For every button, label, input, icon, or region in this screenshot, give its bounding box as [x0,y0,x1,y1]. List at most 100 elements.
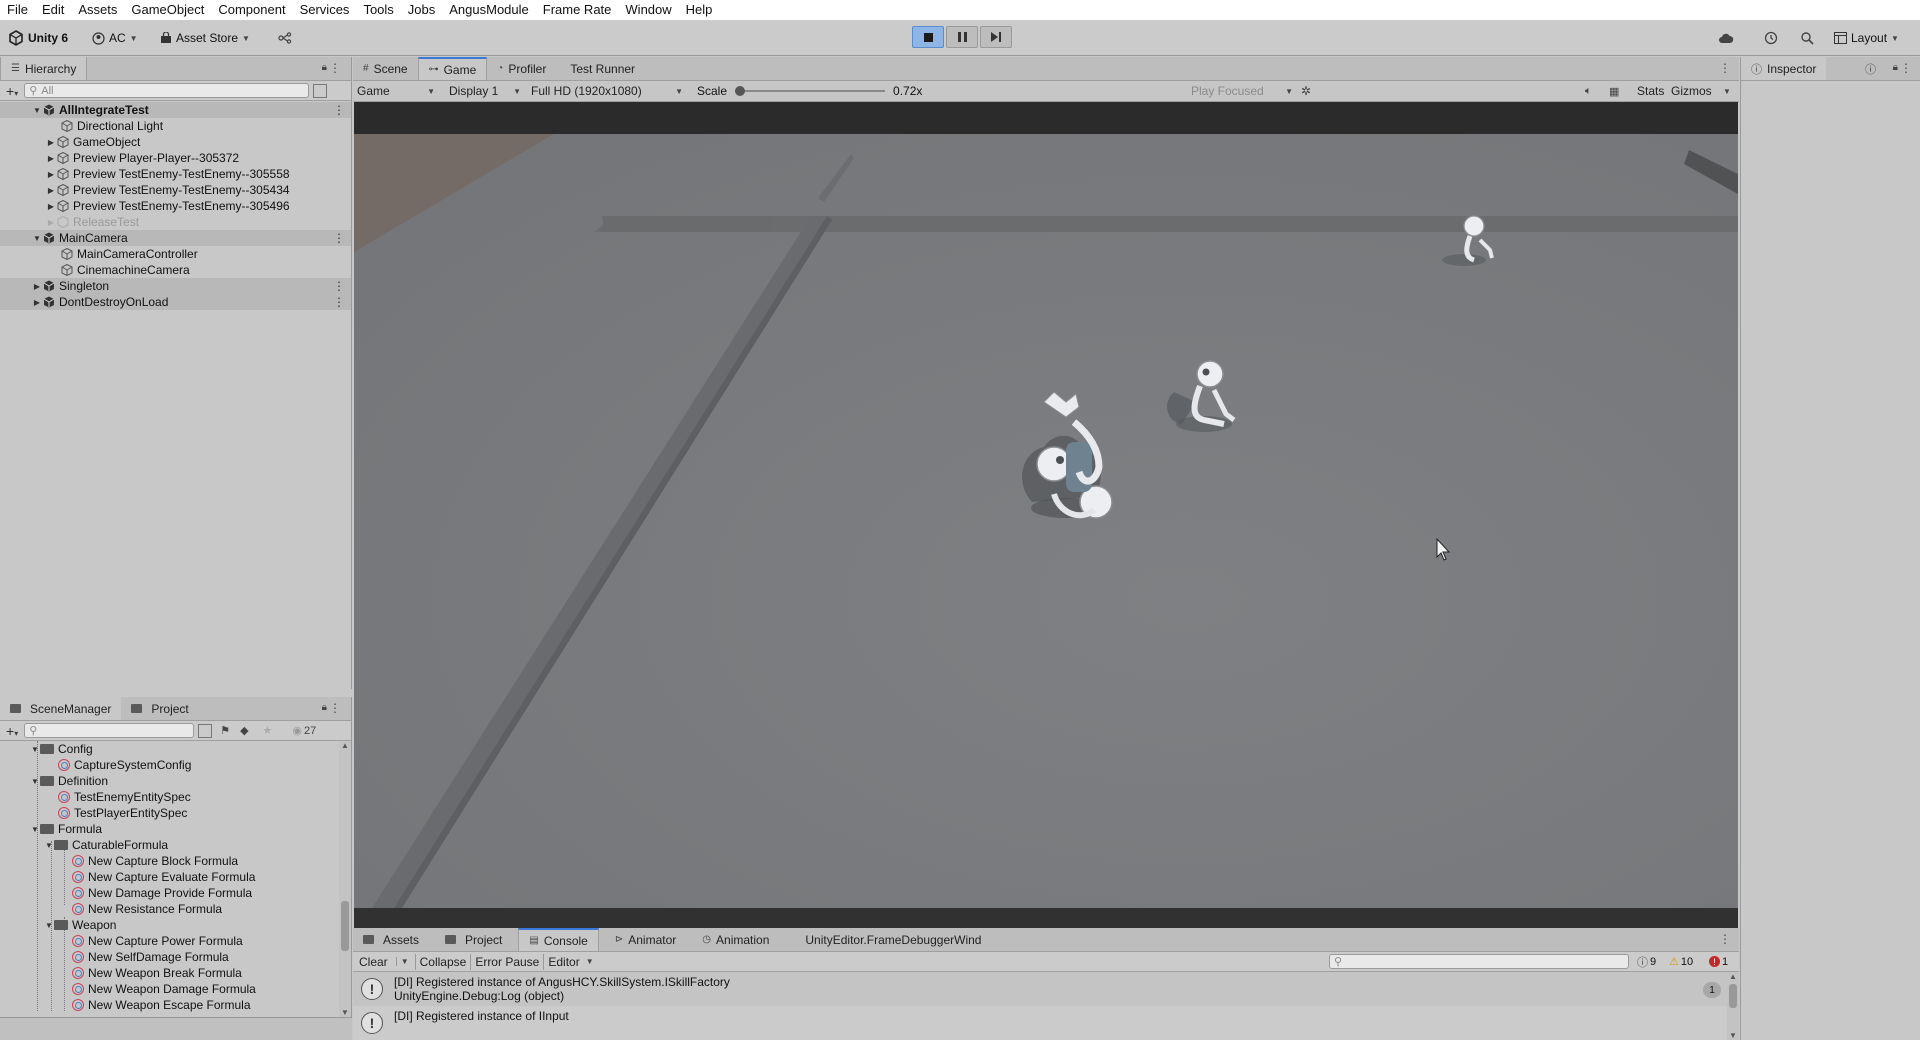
play-button[interactable] [912,26,944,48]
menu-window[interactable]: Window [618,0,678,20]
gizmos-button[interactable]: Gizmos [1667,83,1716,99]
lock-icon[interactable]: 🔒︎ [322,702,327,713]
project-asset-item[interactable]: New Capture Evaluate Formula [0,869,339,885]
resolution-dropdown[interactable]: Full HD (1920x1080) ▼ [527,83,687,99]
tab-scene[interactable]: # Scene [353,57,418,80]
project-asset-item[interactable]: New Weapon Damage Formula [0,981,339,997]
expand-arrow-icon[interactable]: ▼ [32,234,42,243]
menu-angusmodule[interactable]: AngusModule [442,0,536,20]
account-dropdown[interactable]: AC ▼ [92,28,138,48]
tab-hierarchy[interactable]: ☰ Hierarchy [0,57,88,80]
pause-button[interactable] [946,26,978,48]
game-mode-dropdown[interactable]: Game ▼ [353,83,439,99]
hierarchy-item[interactable]: ▶ Preview TestEnemy-TestEnemy--305558 [0,166,351,182]
expand-arrow-icon[interactable]: ▶ [32,282,42,291]
kebab-icon[interactable]: ⋮ [1719,61,1731,75]
kebab-icon[interactable]: ⋮ [1719,932,1731,946]
step-button[interactable] [980,26,1012,48]
unity-logo-button[interactable]: Unity 6 [8,28,68,48]
scale-slider-thumb[interactable] [735,86,746,96]
asset-store-dropdown[interactable]: Asset Store ▼ [160,28,250,48]
project-asset-item[interactable]: New Damage Provide Formula [0,885,339,901]
hierarchy-item[interactable]: CinemachineCamera [0,262,351,278]
tab-project[interactable]: Project [121,697,198,720]
scale-slider[interactable] [735,85,886,97]
display-dropdown[interactable]: Display 1 ▼ [445,83,525,99]
hierarchy-item[interactable]: Directional Light [0,118,351,134]
star-icon[interactable]: ★ [263,724,273,737]
project-asset-item[interactable]: New Capture Power Formula [0,933,339,949]
tab-game[interactable]: ⊶ Game [417,57,488,80]
menu-assets[interactable]: Assets [71,0,124,20]
bug-icon[interactable]: ✲ [1301,84,1311,98]
expand-arrow-icon[interactable]: ▼ [30,745,40,754]
tab-frame-debugger[interactable]: UnityEditor.FrameDebuggerWind [795,928,991,951]
stats-button[interactable]: Stats [1633,83,1668,99]
project-asset-item[interactable]: New Weapon Break Formula [0,965,339,981]
project-asset-item[interactable]: New SelfDamage Formula [0,949,339,965]
undo-history-button[interactable] [1764,28,1778,48]
add-object-button[interactable]: +▾ [6,83,18,99]
mute-audio-icon[interactable]: 🔈︎ [1585,85,1592,98]
filter-type-icon[interactable]: ⚑ [220,724,230,737]
hierarchy-item[interactable]: ▼ AllIntegrateTest ⋮ [0,102,351,118]
kebab-icon[interactable]: ⋮ [329,701,341,715]
tab-animator[interactable]: ⊳ Animator [605,928,686,951]
tab-inspector[interactable]: ⓘ Inspector [1741,57,1827,80]
warning-filter-toggle[interactable]: ⚠ 10 [1669,955,1693,969]
tab-assets[interactable]: Assets [353,928,429,951]
scroll-thumb[interactable] [341,901,349,951]
menu-tools[interactable]: Tools [356,0,400,20]
tab-test-runner[interactable]: Test Runner [556,57,645,80]
expand-arrow-icon[interactable]: ▼ [32,106,42,115]
lock-icon[interactable]: 🔒︎ [1893,62,1898,73]
search-by-type-icon[interactable] [198,723,213,738]
hidden-packages-toggle[interactable]: ◉ 27 [292,724,316,738]
expand-arrow-icon[interactable]: ▶ [46,218,56,227]
project-folder-item[interactable]: ▼ CaturableFormula [0,837,339,853]
editor-target-dropdown[interactable]: Editor ▼ [543,953,597,970]
project-asset-item[interactable]: TestEnemyEntitySpec [0,789,339,805]
layout-dropdown[interactable]: Layout ▼ [1834,28,1899,48]
scroll-up-icon[interactable]: ▲ [1729,972,1737,981]
tag-icon[interactable]: ◆ [240,724,248,737]
scene-search-icon[interactable] [313,83,328,98]
kebab-icon[interactable]: ⋮ [333,295,345,309]
error-pause-button[interactable]: Error Pause [470,953,543,970]
project-folder-item[interactable]: ▼ Formula [0,821,339,837]
add-asset-button[interactable]: +▾ [6,723,18,739]
console-entry[interactable]: ! [DI] Registered instance of IInput [353,1006,1727,1040]
hierarchy-item[interactable]: MainCameraController [0,246,351,262]
kebab-icon[interactable]: ⋮ [333,279,345,293]
hierarchy-item[interactable]: ▶ DontDestroyOnLoad ⋮ [0,294,351,310]
cloud-button[interactable] [1718,28,1734,48]
expand-arrow-icon[interactable]: ▼ [30,825,40,834]
menu-jobs[interactable]: Jobs [401,0,442,20]
scroll-thumb[interactable] [1729,984,1737,1008]
lock-icon[interactable]: 🔒︎ [322,62,327,73]
aspect-grid-icon[interactable]: ▦ [1609,85,1619,98]
menu-gameobject[interactable]: GameObject [124,0,211,20]
expand-arrow-icon[interactable]: ▶ [46,154,56,163]
expand-arrow-icon[interactable]: ▼ [30,777,40,786]
project-folder-item[interactable]: ▼ Definition [0,773,339,789]
error-filter-toggle[interactable]: ! 1 [1709,956,1728,968]
project-asset-item[interactable]: New Weapon Escape Formula [0,997,339,1013]
project-folder-item[interactable]: ▼ Weapon [0,917,339,933]
menu-component[interactable]: Component [211,0,292,20]
console-scrollbar[interactable]: ▲ ▼ [1727,972,1739,1040]
scroll-up-icon[interactable]: ▲ [341,741,349,750]
log-filter-toggle[interactable]: ⓘ 9 [1637,954,1656,970]
tab-scenemanager[interactable]: SceneManager [0,697,122,720]
tab-animation[interactable]: ◷ Animation [692,928,779,951]
kebab-icon[interactable]: ⋮ [333,231,345,245]
kebab-icon[interactable]: ⋮ [1900,61,1912,75]
version-control-button[interactable] [278,28,292,48]
menu-services[interactable]: Services [293,0,357,20]
project-asset-item[interactable]: CaptureSystemConfig [0,757,339,773]
hierarchy-item[interactable]: ▶ Singleton ⋮ [0,278,351,294]
menu-file[interactable]: File [0,0,35,20]
play-focused-dropdown[interactable]: Play Focused ▼ [1187,83,1297,99]
expand-arrow-icon[interactable]: ▶ [46,138,56,147]
debug-mode-icon[interactable]: ⓘ [1865,61,1876,77]
